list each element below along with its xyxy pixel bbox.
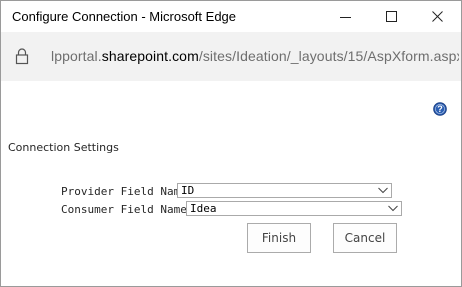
consumer-field-label: Consumer Field Name: (61, 203, 194, 216)
help-icon[interactable]: ? (433, 102, 447, 121)
svg-text:?: ? (437, 104, 443, 114)
minimize-button[interactable] (323, 1, 369, 32)
consumer-field-value: Idea (190, 202, 217, 215)
finish-button[interactable]: Finish (247, 223, 311, 253)
provider-field-value: ID (181, 184, 195, 197)
chevron-down-icon (388, 205, 398, 212)
minimize-icon (340, 16, 351, 18)
url-text[interactable]: lpportal.sharepoint.com/sites/Ideation/_… (51, 48, 459, 64)
maximize-button[interactable] (369, 1, 415, 32)
window-title: Configure Connection - Microsoft Edge (12, 9, 237, 24)
maximize-icon (386, 10, 397, 22)
close-icon (432, 10, 443, 22)
url-host: sharepoint.com (101, 48, 199, 64)
dialog-content: ? Connection Settings Provider Field Nam… (1, 81, 461, 286)
browser-window: Configure Connection - Microsoft Edge lp… (0, 0, 462, 287)
url-path: /sites/Ideation/_layouts/15/AspXform.asp… (198, 48, 459, 64)
address-bar: lpportal.sharepoint.com/sites/Ideation/_… (1, 32, 461, 82)
lock-icon (15, 47, 29, 70)
url-prefix: lpportal. (51, 48, 102, 64)
section-title: Connection Settings (8, 141, 119, 154)
close-button[interactable] (415, 1, 461, 32)
cancel-button[interactable]: Cancel (333, 223, 397, 253)
provider-field-label: Provider Field Name: (61, 185, 194, 198)
consumer-field-select[interactable]: Idea (186, 201, 402, 216)
provider-field-select[interactable]: ID (177, 183, 392, 198)
title-bar: Configure Connection - Microsoft Edge (1, 1, 461, 32)
chevron-down-icon (378, 187, 388, 194)
